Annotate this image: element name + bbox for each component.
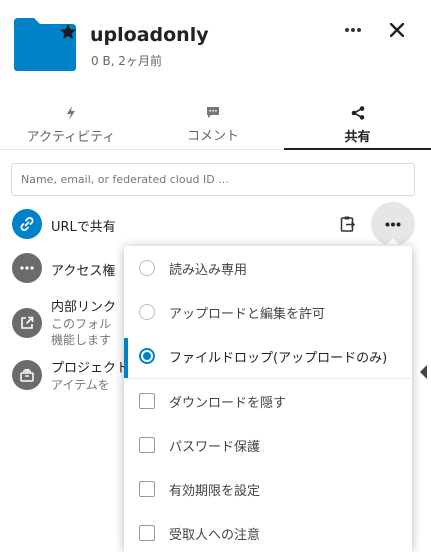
clipboard-icon bbox=[340, 216, 356, 232]
more-horizontal-icon bbox=[385, 222, 401, 226]
checkbox[interactable] bbox=[139, 393, 155, 409]
menu-item-label: 読み込み専用 bbox=[169, 263, 248, 278]
checkbox[interactable] bbox=[139, 525, 155, 541]
projects-icon bbox=[20, 368, 34, 382]
tab-comments[interactable]: コメント bbox=[142, 102, 284, 152]
checkbox[interactable] bbox=[139, 437, 155, 453]
internal-link-desc-2: 機能します bbox=[51, 333, 112, 347]
triangle-left-icon bbox=[420, 365, 427, 379]
lightning-icon bbox=[67, 106, 75, 120]
menu-item-read-only[interactable]: 読み込み専用 bbox=[124, 246, 412, 290]
external-link-icon bbox=[21, 316, 34, 329]
link-avatar bbox=[12, 209, 42, 239]
sidebar-header: uploadonly 0 B, 2ヶ月前 bbox=[0, 0, 431, 90]
internal-link-avatar bbox=[12, 308, 42, 338]
menu-item-note-to-recipient[interactable]: 受取人への注意 bbox=[124, 511, 412, 552]
tab-label: 共有 bbox=[344, 130, 371, 145]
tab-activity[interactable]: アクティビティ bbox=[0, 102, 142, 152]
share-search-input[interactable] bbox=[11, 163, 415, 196]
header-more-button[interactable] bbox=[340, 18, 366, 42]
menu-item-label: 有効期限を設定 bbox=[169, 484, 261, 499]
internal-link-desc: このフォル bbox=[51, 317, 112, 331]
share-icon bbox=[351, 106, 364, 120]
collapse-sidebar-button[interactable] bbox=[417, 357, 431, 387]
radio-button[interactable] bbox=[139, 260, 155, 276]
access-label[interactable]: アクセス権 bbox=[51, 260, 115, 279]
tab-label: アクティビティ bbox=[26, 130, 116, 145]
menu-item-label: ダウンロードを隠す bbox=[169, 396, 287, 411]
comment-icon bbox=[207, 107, 219, 118]
checkbox[interactable] bbox=[139, 481, 155, 497]
radio-button-selected[interactable] bbox=[139, 348, 155, 364]
menu-item-file-drop[interactable]: ファイルドロップ(アップロードのみ) bbox=[124, 334, 412, 378]
menu-item-hide-download[interactable]: ダウンロードを隠す bbox=[124, 379, 412, 423]
menu-item-label: パスワード保護 bbox=[169, 440, 261, 455]
more-horizontal-icon bbox=[20, 266, 34, 270]
radio-button[interactable] bbox=[139, 304, 155, 320]
menu-item-label: ファイルドロップ(アップロードのみ) bbox=[169, 351, 388, 366]
menu-item-label: 受取人への注意 bbox=[169, 528, 261, 543]
file-title: uploadonly bbox=[90, 24, 209, 46]
share-options-menu: 読み込み専用 アップロードと編集を許可 ファイルドロップ(アップロードのみ) ダ… bbox=[124, 246, 412, 552]
link-icon bbox=[20, 217, 34, 231]
project-label[interactable]: プロジェクト bbox=[51, 357, 129, 376]
active-tab-indicator bbox=[284, 148, 431, 150]
menu-item-password-protect[interactable]: パスワード保護 bbox=[124, 423, 412, 467]
copy-link-button[interactable] bbox=[336, 212, 360, 236]
file-meta: 0 B, 2ヶ月前 bbox=[91, 54, 162, 68]
tab-sharing[interactable]: 共有 bbox=[284, 102, 431, 152]
close-button[interactable] bbox=[384, 17, 410, 43]
menu-item-label: アップロードと編集を許可 bbox=[169, 307, 326, 322]
internal-link-label[interactable]: 内部リンク bbox=[51, 296, 116, 315]
tab-bar: アクティビティ コメント 共有 bbox=[0, 102, 431, 152]
tab-label: コメント bbox=[186, 129, 239, 144]
url-share-label[interactable]: URLで共有 bbox=[51, 216, 116, 235]
menu-item-set-expiration[interactable]: 有効期限を設定 bbox=[124, 467, 412, 511]
more-horizontal-icon bbox=[345, 28, 361, 32]
popover-arrow bbox=[385, 238, 401, 246]
menu-item-allow-upload-edit[interactable]: アップロードと編集を許可 bbox=[124, 290, 412, 334]
close-icon bbox=[390, 23, 404, 37]
access-avatar bbox=[12, 253, 42, 283]
favorite-star-icon[interactable] bbox=[59, 23, 77, 41]
project-avatar bbox=[12, 360, 42, 390]
project-desc: アイテムを bbox=[51, 378, 110, 392]
